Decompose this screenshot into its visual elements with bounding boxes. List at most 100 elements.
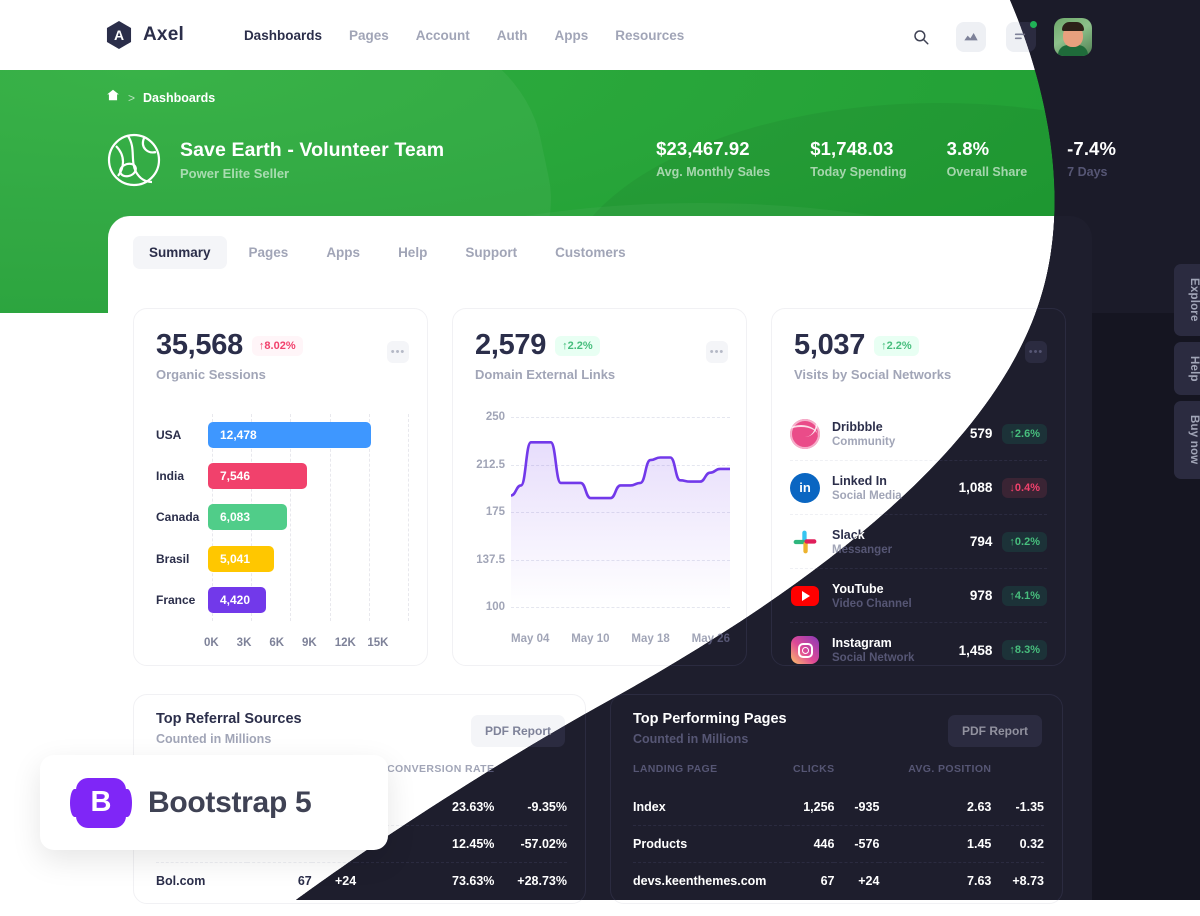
content-tabs: SummaryPagesAppsHelpSupportCustomers: [133, 236, 642, 269]
card-title: Top Referral Sources: [156, 711, 302, 727]
social-name: Dribbble: [832, 419, 883, 434]
bar[interactable]: 7,546: [208, 463, 307, 490]
linkedin-icon: in: [790, 472, 820, 503]
y-tick: 250: [485, 411, 505, 423]
y-tick: 137.5: [476, 553, 505, 566]
bootstrap-floating-badge[interactable]: B Bootstrap 5: [40, 755, 388, 850]
youtube-icon: [790, 581, 820, 611]
col-clicks: CLICKS: [792, 763, 835, 775]
organic-sessions-bar-chart: USA 12,478 India 7,546 Canada 6,083 Bras…: [150, 414, 412, 649]
avatar[interactable]: [1054, 18, 1092, 56]
notification-badge: [1030, 21, 1037, 28]
social-value: 1,088: [958, 480, 993, 495]
social-category: Social Network: [832, 652, 915, 664]
tab-customers[interactable]: Customers: [539, 236, 642, 269]
x-tick: May 04: [511, 633, 550, 645]
bar-row: Brasil 5,041: [150, 545, 408, 572]
card-menu-icon[interactable]: •••: [1025, 341, 1047, 363]
card-organic-sessions: 35,568 ↑8.02% Organic Sessions ••• USA 1…: [133, 308, 428, 666]
list-item[interactable]: Instagram Social Network 1,458 ↑8.3%: [790, 623, 1047, 677]
activity-icon[interactable]: [954, 20, 988, 54]
tab-pages[interactable]: Pages: [233, 236, 305, 269]
nav-link-auth[interactable]: Auth: [497, 28, 528, 43]
team-globe-icon: [106, 132, 162, 188]
team-subtitle: Power Elite Seller: [180, 166, 290, 181]
nav-link-dashboards[interactable]: Dashboards: [244, 28, 322, 43]
bar-row: Canada 6,083: [150, 504, 408, 531]
bootstrap-badge-label: Bootstrap 5: [148, 785, 312, 819]
cell-source: Bol.com: [156, 862, 247, 899]
x-axis: May 04May 10May 18May 26: [511, 633, 730, 645]
slack-icon: [790, 527, 820, 557]
stat-value: $23,467.92: [656, 138, 750, 159]
bar-label: USA: [156, 427, 182, 442]
card-subtitle: Counted in Millions: [156, 732, 272, 746]
team-header: Save Earth - Volunteer Team Power Elite …: [106, 132, 444, 188]
cell-position: 1.45: [879, 826, 991, 863]
side-tab-explore[interactable]: Explore: [1174, 264, 1200, 336]
cell-sessions: 67: [246, 862, 312, 899]
card-subtitle: Visits by Social Networks: [794, 367, 952, 382]
bar[interactable]: 4,420: [208, 587, 266, 614]
bar[interactable]: 5,041: [208, 545, 274, 572]
table-row[interactable]: Index 1,256 -935 2.63 -1.35: [633, 789, 1044, 826]
tab-summary[interactable]: Summary: [133, 236, 227, 269]
nav-link-account[interactable]: Account: [416, 28, 470, 43]
card-domain-external-links: 2,579 ↑2.2% Domain External Links ••• 10…: [452, 308, 747, 666]
chart-plot-area[interactable]: [511, 417, 730, 608]
card-value: 2,579: [475, 329, 547, 361]
y-tick: 212.5: [476, 458, 505, 471]
brand-logo-icon: A: [106, 21, 132, 49]
nav-link-pages[interactable]: Pages: [349, 28, 389, 43]
nav-link-resources[interactable]: Resources: [615, 28, 684, 43]
bar-row: France 4,420: [150, 587, 408, 614]
x-tick: May 18: [631, 633, 670, 645]
x-tick: 15K: [367, 637, 389, 649]
cell-rate-delta: -9.35%: [527, 800, 567, 814]
cell-page: Index: [633, 800, 666, 814]
bar[interactable]: 6,083: [208, 504, 288, 531]
side-tab-group: Explore Help Buy now: [1174, 264, 1200, 479]
social-category: Messanger: [832, 543, 893, 556]
home-icon[interactable]: [106, 88, 120, 107]
stat-value: $1,748.03: [810, 138, 894, 159]
breadcrumb-current[interactable]: Dashboards: [143, 91, 215, 105]
table-row[interactable]: Products 446 -576 1.45 0.32: [633, 826, 1044, 863]
list-item[interactable]: YouTube Video Channel 978 ↑4.1%: [790, 569, 1047, 623]
brand[interactable]: A Axel: [105, 21, 184, 49]
card-subtitle: Organic Sessions: [156, 367, 266, 382]
x-axis: 0K3K6K9K12K15K: [204, 637, 408, 649]
search-icon[interactable]: [904, 20, 938, 54]
col-avg-position: AVG. POSITION: [908, 763, 992, 775]
card-title: Top Performing Pages: [633, 711, 787, 727]
card-subtitle: Counted in Millions: [633, 732, 749, 746]
y-tick: 175: [485, 506, 505, 518]
side-tab-help[interactable]: Help: [1174, 341, 1200, 396]
nav-link-apps[interactable]: Apps: [555, 28, 589, 43]
bar-row: India 7,546: [150, 463, 408, 490]
stat-label: Avg. Monthly Sales: [656, 165, 771, 179]
side-tab-buy-now[interactable]: Buy now: [1174, 401, 1200, 479]
status-badge: ↓0.4%: [1002, 478, 1047, 498]
tab-apps[interactable]: Apps: [310, 236, 376, 269]
stat-item: 3.8% Overall Share: [947, 138, 1068, 179]
table-row[interactable]: devs.keenthemes.com 67 +24 7.63 +8.73: [633, 863, 1044, 900]
social-value: 978: [969, 588, 993, 603]
status-badge: ↑4.1%: [1002, 586, 1047, 606]
tab-support[interactable]: Support: [449, 236, 533, 269]
bar[interactable]: 12,478: [208, 421, 372, 448]
card-value: 5,037: [794, 329, 866, 361]
card-menu-icon[interactable]: •••: [706, 341, 728, 363]
card-menu-icon[interactable]: •••: [387, 341, 409, 363]
pdf-report-button[interactable]: PDF Report: [948, 715, 1042, 747]
bootstrap-logo-icon: B: [70, 777, 132, 828]
tab-help[interactable]: Help: [382, 236, 443, 269]
cell-clicks-delta: +24: [834, 863, 879, 900]
stat-value: 3.8%: [946, 138, 990, 159]
stat-item: $1,748.03 Today Spending: [810, 138, 946, 179]
domain-external-links-area-chart: 100137.5175212.5250 May 04May 10May 18Ma…: [463, 411, 738, 649]
x-tick: May 10: [571, 633, 610, 645]
stat-item: $23,467.92 Avg. Monthly Sales: [656, 138, 810, 179]
cell-position-delta: 0.32: [991, 826, 1044, 863]
dribbble-icon: [790, 418, 820, 449]
